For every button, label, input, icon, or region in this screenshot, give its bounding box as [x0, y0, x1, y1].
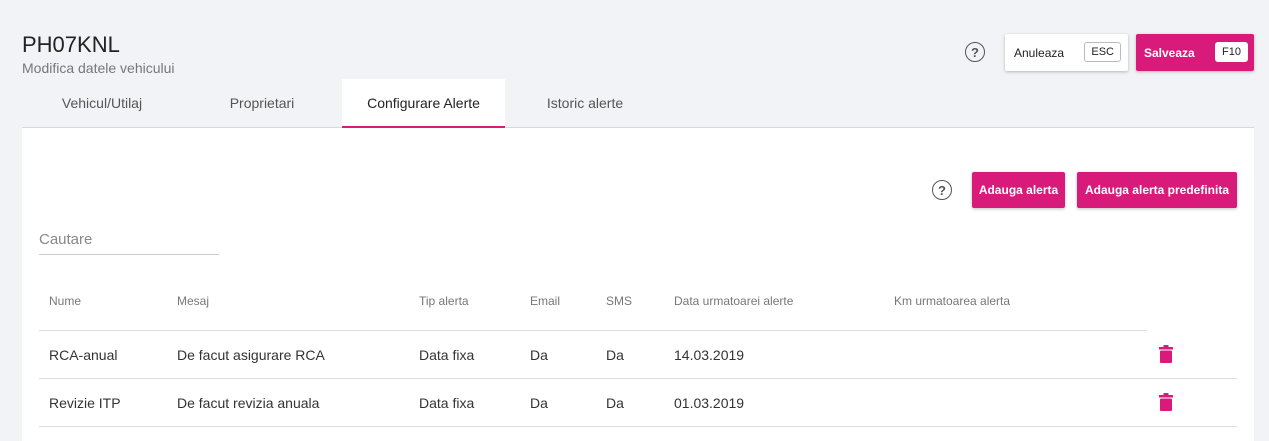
page-subtitle: Modifica datele vehicului [22, 60, 175, 76]
table-row[interactable]: Revizie ITP De facut revizia anuala Data… [39, 379, 1237, 427]
cell-name: RCA-anual [49, 346, 118, 363]
search-input[interactable] [39, 224, 219, 255]
trash-icon[interactable] [1159, 345, 1173, 363]
cell-type: Data fixa [419, 394, 475, 411]
tab-configurare-alerte[interactable]: Configurare Alerte [342, 79, 505, 128]
add-alert-button[interactable]: Adauga alerta [972, 172, 1065, 208]
cancel-shortcut-key: ESC [1084, 42, 1121, 62]
cell-email: Da [530, 394, 548, 411]
cell-email: Da [530, 346, 548, 363]
cell-sms: Da [606, 394, 624, 411]
tab-proprietari[interactable]: Proprietari [182, 79, 342, 127]
tab-vehicul-utilaj[interactable]: Vehicul/Utilaj [22, 79, 182, 127]
column-header-nume[interactable]: Nume [49, 294, 81, 308]
cell-next-date: 01.03.2019 [674, 394, 745, 411]
page-title: PH07KNL [22, 32, 120, 57]
save-label: Salveaza [1144, 45, 1195, 60]
help-icon[interactable]: ? [932, 180, 952, 200]
cancel-label: Anuleaza [1014, 45, 1065, 60]
column-header-data-urmatoarei-alerte[interactable]: Data urmatoarei alerte [674, 294, 793, 308]
column-header-email[interactable]: Email [530, 294, 560, 308]
cell-type: Data fixa [419, 346, 475, 363]
column-header-tip-alerta[interactable]: Tip alerta [419, 294, 469, 308]
save-button[interactable]: Salveaza F10 [1136, 34, 1254, 71]
column-header-km-urmatoarea-alerta[interactable]: Km urmatoarea alerta [894, 294, 1010, 308]
tab-istoric-alerte[interactable]: Istoric alerte [505, 79, 665, 127]
add-predefined-alert-button[interactable]: Adauga alerta predefinita [1077, 172, 1237, 208]
cell-name: Revizie ITP [49, 394, 121, 411]
help-icon[interactable]: ? [965, 42, 985, 62]
cell-sms: Da [606, 346, 624, 363]
table-row[interactable]: RCA-anual De facut asigurare RCA Data fi… [39, 331, 1237, 379]
tab-bar: Vehicul/Utilaj Proprietari Configurare A… [22, 79, 1254, 128]
cancel-button[interactable]: Anuleaza ESC [1005, 34, 1128, 71]
cell-message: De facut revizia anuala [177, 394, 320, 411]
column-header-mesaj[interactable]: Mesaj [177, 294, 209, 308]
trash-icon[interactable] [1159, 393, 1173, 411]
alerts-panel: ? Adauga alerta Adauga alerta predefinit… [22, 128, 1254, 441]
cell-message: De facut asigurare RCA [177, 346, 325, 363]
cell-next-date: 14.03.2019 [674, 346, 745, 363]
save-shortcut-key: F10 [1215, 42, 1248, 62]
column-header-sms[interactable]: SMS [606, 294, 632, 308]
